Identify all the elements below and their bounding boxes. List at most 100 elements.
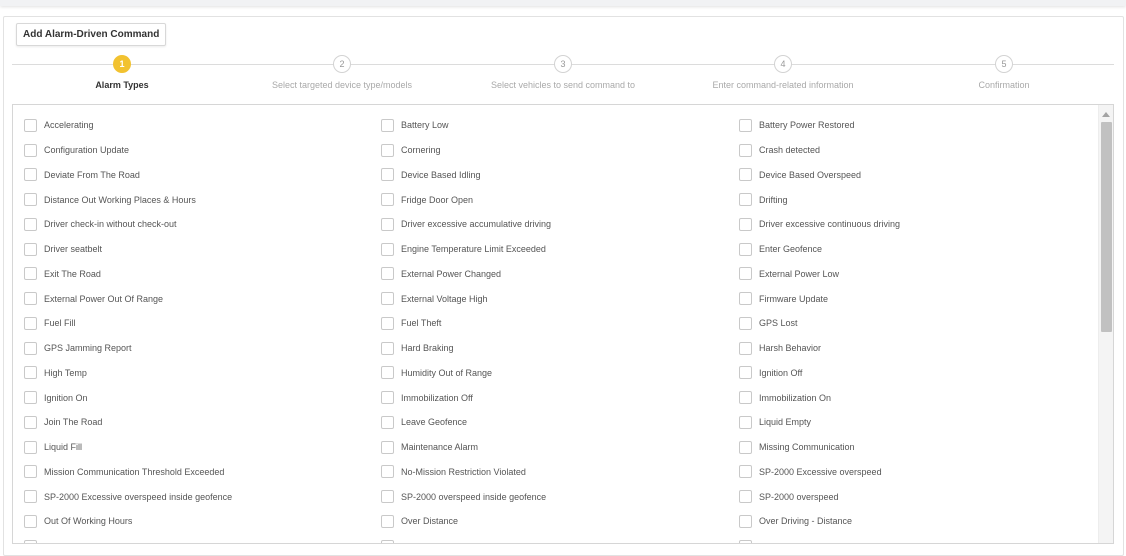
checkbox[interactable] bbox=[24, 440, 37, 454]
alarm-option[interactable]: Firmware Update bbox=[739, 286, 1089, 311]
step-vehicles[interactable]: 3 Select vehicles to send command to bbox=[453, 55, 673, 90]
alarm-option[interactable]: Engine Temperature Limit Exceeded bbox=[381, 237, 739, 262]
step-device-models[interactable]: 2 Select targeted device type/models bbox=[232, 55, 452, 90]
checkbox[interactable] bbox=[24, 118, 37, 132]
checkbox[interactable] bbox=[381, 143, 394, 157]
step-alarm-types[interactable]: 1 Alarm Types bbox=[12, 55, 232, 90]
checkbox[interactable] bbox=[739, 292, 752, 306]
alarm-option[interactable]: SP-2000 overspeed inside geofence bbox=[381, 484, 739, 509]
alarm-option[interactable]: External Power Changed bbox=[381, 262, 739, 287]
alarm-option[interactable]: Humidity Out of Range bbox=[381, 361, 739, 386]
checkbox[interactable] bbox=[381, 292, 394, 306]
alarm-option[interactable]: SP-2000 Excessive overspeed inside geofe… bbox=[24, 484, 381, 509]
checkbox[interactable] bbox=[381, 415, 394, 429]
alarm-option[interactable]: Out Of Working Hours bbox=[24, 509, 381, 534]
alarm-option[interactable]: Driver excessive accumulative driving bbox=[381, 212, 739, 237]
alarm-option[interactable]: Battery Power Restored bbox=[739, 113, 1089, 138]
checkbox[interactable] bbox=[739, 143, 752, 157]
alarm-option[interactable]: Mission Communication Threshold Exceeded bbox=[24, 460, 381, 485]
checkbox[interactable] bbox=[381, 490, 394, 504]
checkbox[interactable] bbox=[24, 316, 37, 330]
checkbox[interactable] bbox=[381, 391, 394, 405]
checkbox[interactable] bbox=[24, 539, 37, 543]
scroll-thumb[interactable] bbox=[1101, 122, 1112, 332]
checkbox[interactable] bbox=[381, 539, 394, 543]
checkbox[interactable] bbox=[24, 490, 37, 504]
alarm-option[interactable]: Battery Low bbox=[381, 113, 739, 138]
checkbox[interactable] bbox=[739, 242, 752, 256]
alarm-option[interactable]: Join The Road bbox=[24, 410, 381, 435]
checkbox[interactable] bbox=[381, 465, 394, 479]
checkbox[interactable] bbox=[739, 366, 752, 380]
alarm-option[interactable]: Leave Geofence bbox=[381, 410, 739, 435]
alarm-option[interactable]: Over Driving - Distance bbox=[739, 509, 1089, 534]
alarm-option[interactable]: SP-2000 overspeed bbox=[739, 484, 1089, 509]
alarm-option[interactable]: Over Distance bbox=[381, 509, 739, 534]
checkbox[interactable] bbox=[24, 465, 37, 479]
checkbox[interactable] bbox=[739, 391, 752, 405]
checkbox[interactable] bbox=[381, 440, 394, 454]
checkbox[interactable] bbox=[24, 366, 37, 380]
checkbox[interactable] bbox=[381, 217, 394, 231]
checkbox[interactable] bbox=[739, 539, 752, 543]
alarm-option[interactable]: Immobilization On bbox=[739, 385, 1089, 410]
alarm-option[interactable]: Cornering bbox=[381, 138, 739, 163]
checkbox[interactable] bbox=[24, 292, 37, 306]
checkbox[interactable] bbox=[381, 341, 394, 355]
alarm-option[interactable]: Deviate From The Road bbox=[24, 163, 381, 188]
alarm-option[interactable]: Exit The Road bbox=[24, 262, 381, 287]
alarm-option[interactable]: Device Based Idling bbox=[381, 163, 739, 188]
alarm-option[interactable]: Fuel Fill bbox=[24, 311, 381, 336]
checkbox[interactable] bbox=[381, 366, 394, 380]
alarm-option[interactable]: External Power Low bbox=[739, 262, 1089, 287]
checkbox[interactable] bbox=[24, 168, 37, 182]
alarm-option[interactable]: Immobilization Off bbox=[381, 385, 739, 410]
checkbox[interactable] bbox=[739, 341, 752, 355]
checkbox[interactable] bbox=[381, 514, 394, 528]
checkbox[interactable] bbox=[24, 242, 37, 256]
checkbox[interactable] bbox=[24, 341, 37, 355]
alarm-option[interactable]: Accelerating bbox=[24, 113, 381, 138]
checkbox[interactable] bbox=[381, 267, 394, 281]
alarm-option[interactable]: Hard Braking bbox=[381, 336, 739, 361]
checkbox[interactable] bbox=[24, 143, 37, 157]
step-command-info[interactable]: 4 Enter command-related information bbox=[673, 55, 893, 90]
alarm-option[interactable]: GPS Jamming Report bbox=[24, 336, 381, 361]
alarm-option[interactable]: Ignition Off bbox=[739, 361, 1089, 386]
checkbox[interactable] bbox=[381, 316, 394, 330]
checkbox[interactable] bbox=[24, 267, 37, 281]
vertical-scrollbar[interactable] bbox=[1098, 105, 1113, 543]
checkbox[interactable] bbox=[739, 415, 752, 429]
checkbox[interactable] bbox=[739, 267, 752, 281]
checkbox[interactable] bbox=[381, 168, 394, 182]
alarm-option[interactable]: Fuel Theft bbox=[381, 311, 739, 336]
checkbox[interactable] bbox=[739, 193, 752, 207]
alarm-option[interactable]: Driver excessive continuous driving bbox=[739, 212, 1089, 237]
alarm-option[interactable]: Missing Communication bbox=[739, 435, 1089, 460]
checkbox[interactable] bbox=[739, 490, 752, 504]
alarm-option[interactable]: No-Mission Restriction Violated bbox=[381, 460, 739, 485]
alarm-option[interactable]: Distance Out Working Places & Hours bbox=[24, 187, 381, 212]
scroll-up-arrow-icon[interactable] bbox=[1102, 112, 1110, 117]
checkbox[interactable] bbox=[24, 193, 37, 207]
checkbox[interactable] bbox=[739, 316, 752, 330]
alarm-option[interactable]: Driver check-in without check-out bbox=[24, 212, 381, 237]
checkbox[interactable] bbox=[24, 217, 37, 231]
alarm-option[interactable]: High Temp bbox=[24, 361, 381, 386]
checkbox[interactable] bbox=[24, 391, 37, 405]
checkbox[interactable] bbox=[24, 415, 37, 429]
alarm-option[interactable]: Crash detected bbox=[739, 138, 1089, 163]
checkbox[interactable] bbox=[739, 118, 752, 132]
checkbox[interactable] bbox=[381, 193, 394, 207]
alarm-option[interactable]: External Power Out Of Range bbox=[24, 286, 381, 311]
checkbox[interactable] bbox=[739, 465, 752, 479]
alarm-option[interactable]: Driver seatbelt bbox=[24, 237, 381, 262]
alarm-option[interactable]: Device Based Overspeed bbox=[739, 163, 1089, 188]
alarm-option[interactable]: SP-2000 Excessive overspeed bbox=[739, 460, 1089, 485]
alarm-option[interactable]: Fridge Door Open bbox=[381, 187, 739, 212]
alarm-option[interactable]: Drifting bbox=[739, 187, 1089, 212]
alarm-option[interactable]: Maintenance Alarm bbox=[381, 435, 739, 460]
alarm-option[interactable]: Liquid Empty bbox=[739, 410, 1089, 435]
alarm-option[interactable]: Harsh Behavior bbox=[739, 336, 1089, 361]
checkbox[interactable] bbox=[739, 168, 752, 182]
